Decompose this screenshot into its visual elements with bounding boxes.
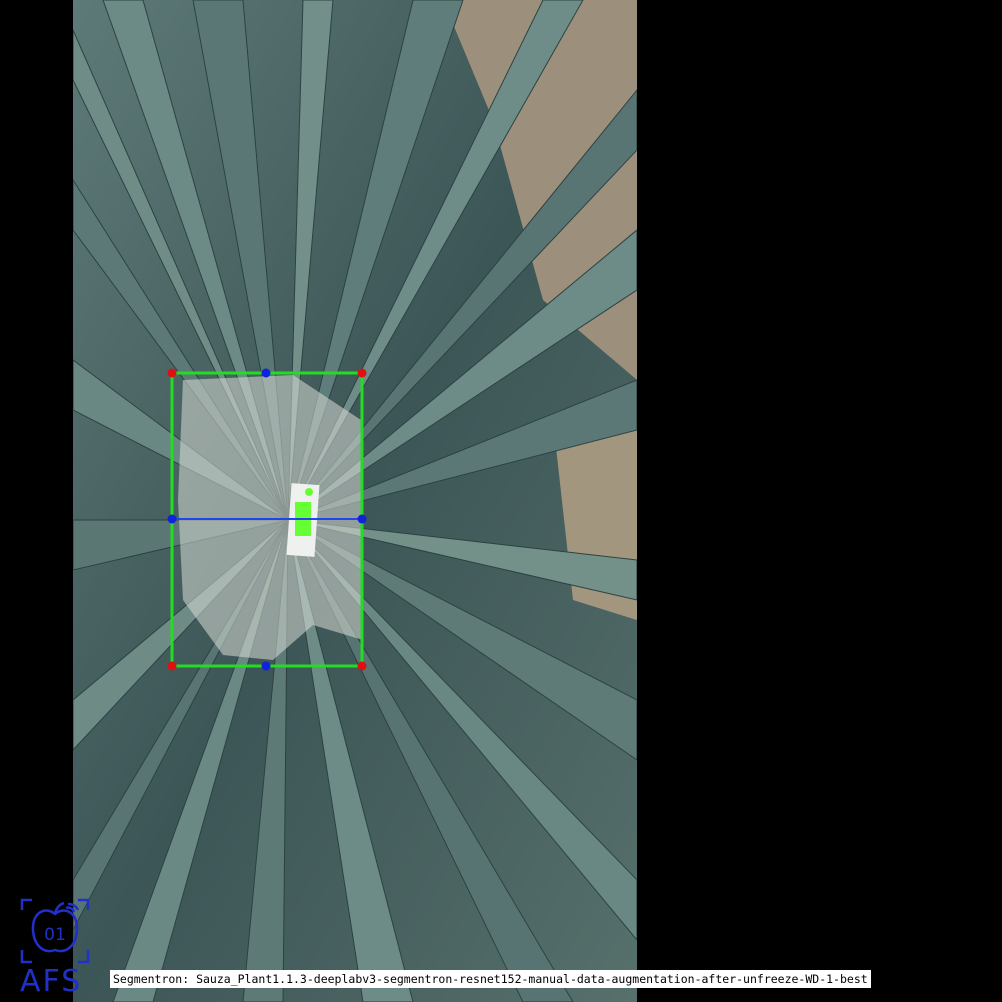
plant-photo xyxy=(73,0,637,1002)
qr-tag-dot xyxy=(305,488,313,496)
segmentation-mask xyxy=(178,375,363,660)
logo-badge-text: 01 xyxy=(44,925,66,945)
afs-logo-text: AFS xyxy=(20,964,83,999)
qr-tag-highlight-2 xyxy=(295,520,311,536)
qr-tag-highlight-1 xyxy=(295,502,311,518)
model-caption: Segmentron: Sauza_Plant1.1.3-deeplabv3-s… xyxy=(110,970,871,988)
plant-photo-svg xyxy=(73,0,637,1002)
apple-01-icon: 01 xyxy=(20,898,90,964)
image-viewport: 01 AFS Segmentron: Sauza_Plant1.1.3-deep… xyxy=(0,0,1002,1002)
